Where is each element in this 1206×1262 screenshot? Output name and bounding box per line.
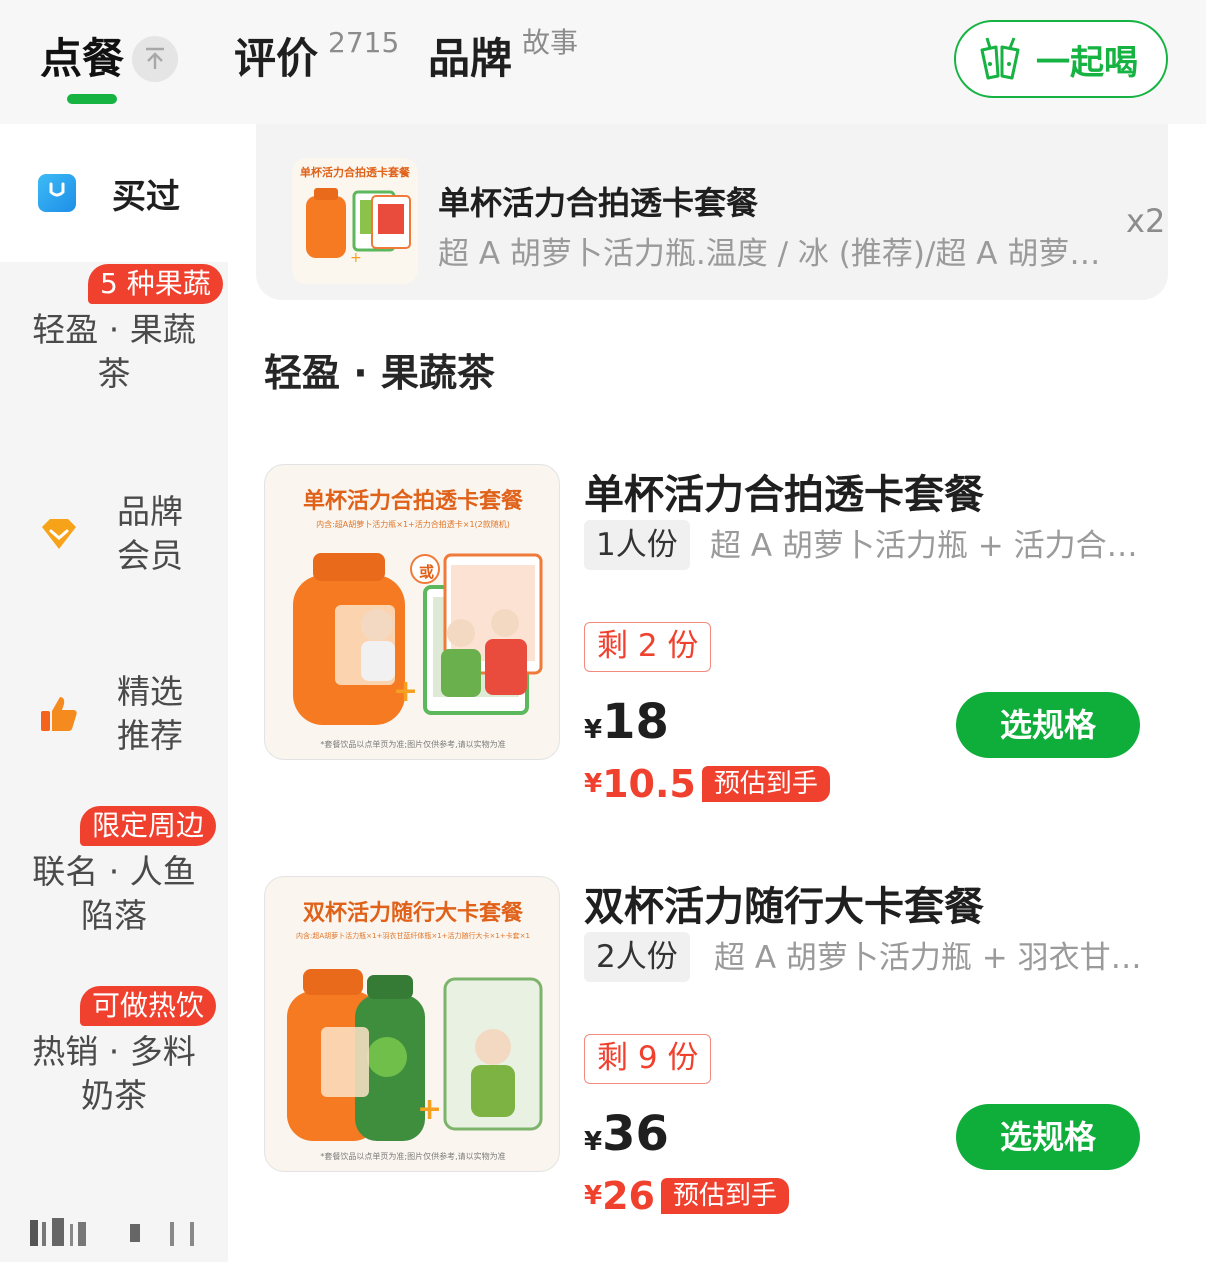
sidebar-item-bought-label: 买过 <box>112 176 180 217</box>
est-currency: ¥ <box>584 769 603 799</box>
est-value: 10.5 <box>602 762 696 806</box>
price-value: 36 <box>602 1106 669 1162</box>
cropped-text-fragment <box>30 1218 194 1246</box>
pin-icon[interactable] <box>132 36 179 82</box>
thumb-title: 单杯活力合拍透卡套餐 <box>300 166 410 179</box>
sidebar-badge: 5 种果蔬 <box>88 264 223 304</box>
est-value: 26 <box>602 1174 655 1218</box>
product-image-title: 单杯活力合拍透卡套餐 <box>302 488 523 514</box>
product-price: ¥18 <box>584 694 669 750</box>
tab-review[interactable]: 评价 2715 <box>234 26 400 88</box>
recent-purchase-thumbnail: 单杯活力合拍透卡套餐 + <box>292 158 418 284</box>
sidebar-item-brand-member[interactable]: 品牌 会员 <box>0 486 228 582</box>
drink-together-label: 一起喝 <box>1036 42 1138 83</box>
product-serving: 1人份 <box>584 520 690 570</box>
sidebar-item-label-line2: 陷落 <box>81 896 147 935</box>
stock-left-badge: 剩 9 份 <box>584 1034 712 1084</box>
thumbs-up-icon <box>41 697 77 731</box>
sidebar-item-label: 品牌 <box>117 492 183 531</box>
tab-brand-label: 品牌 <box>428 34 513 83</box>
product-image-subtitle: 内含:超A胡萝卜活力瓶×1+活力合拍透卡×1(2款随机) <box>316 520 510 529</box>
price-currency: ¥ <box>584 1127 603 1157</box>
product-card[interactable]: 单杯活力合拍透卡套餐 内含:超A胡萝卜活力瓶×1+活力合拍透卡×1(2款随机) … <box>264 464 1184 824</box>
price-value: 18 <box>602 694 669 750</box>
estimated-price: ¥26 预估到手 <box>584 1174 789 1218</box>
review-count: 2715 <box>328 26 400 59</box>
sidebar-item-label-line2: 会员 <box>117 536 183 575</box>
product-price: ¥36 <box>584 1106 669 1162</box>
sidebar-item-label-line2: 推荐 <box>117 716 183 755</box>
tab-order[interactable]: 点餐 <box>40 30 179 104</box>
tab-review-label: 评价 <box>234 34 319 83</box>
drink-together-button[interactable]: 一起喝 <box>954 20 1168 98</box>
sidebar-item-featured[interactable]: 精选 推荐 <box>0 666 228 762</box>
tab-order-label: 点餐 <box>40 34 125 83</box>
sidebar-item-label-line2: 茶 <box>97 354 131 393</box>
product-name: 单杯活力合拍透卡套餐 <box>584 472 984 518</box>
select-spec-button[interactable]: 选规格 <box>956 692 1140 758</box>
bag-icon <box>38 174 76 212</box>
top-tab-bar: 点餐 评价 2715 品牌 故事 一起喝 <box>0 0 1206 124</box>
product-image-note: *套餐饮品以点单页为准;图片仅供参考,请以实物为准 <box>320 740 506 749</box>
sidebar-item-partial-blur <box>30 1218 200 1248</box>
sidebar-item-label-line2: 奶茶 <box>81 1076 147 1115</box>
sidebar-item-hot-milk-tea[interactable]: 可做热饮 热销 · 多料 奶茶 <box>0 984 228 1124</box>
product-desc: 超 A 胡萝卜活力瓶 + 活力合拍透卡 <box>710 528 1140 564</box>
svg-text:+: + <box>350 250 362 266</box>
sidebar-badge: 可做热饮 <box>80 986 217 1026</box>
recent-purchase-qty: x2 <box>1126 202 1166 240</box>
stock-left-badge: 剩 2 份 <box>584 622 712 672</box>
sidebar-item-label: 联名 · 人鱼 <box>32 852 196 891</box>
bag-glyph <box>49 182 65 197</box>
est-currency: ¥ <box>584 1181 603 1211</box>
cups-icon <box>980 37 1020 80</box>
product-desc: 超 A 胡萝卜活力瓶 + 羽衣甘蓝纤体瓶 <box>714 940 1144 976</box>
menu-main: 单杯活力合拍透卡套餐 + 单杯活力合拍透卡套餐 超 A 胡萝卜活力瓶.温度 / … <box>228 124 1206 1262</box>
tab-brand-story[interactable]: 品牌 故事 <box>428 26 579 88</box>
recent-purchase-card[interactable]: 单杯活力合拍透卡套餐 + 单杯活力合拍透卡套餐 超 A 胡萝卜活力瓶.温度 / … <box>256 124 1168 300</box>
sidebar-item-partial[interactable] <box>0 1214 228 1262</box>
sidebar-item-label: 热销 · 多料 <box>32 1032 196 1071</box>
section-title: 轻盈 · 果蔬茶 <box>264 351 495 395</box>
svg-text:+: + <box>393 674 418 709</box>
sidebar-item-bought[interactable]: 买过 <box>0 124 228 262</box>
product-image-title: 双杯活力随行大卡套餐 <box>302 900 523 926</box>
svg-text:+: + <box>417 1092 442 1127</box>
price-currency: ¥ <box>584 715 603 745</box>
category-sidebar: 买过 5 种果蔬 轻盈 · 果蔬 茶 品牌 会员 精选 推荐 限定周边 联名 ·… <box>0 124 228 1262</box>
sidebar-badge: 限定周边 <box>80 806 217 846</box>
product-image-or: 或 <box>419 563 435 581</box>
crown-icon <box>42 519 76 549</box>
active-tab-indicator <box>67 94 117 104</box>
recent-purchase-title: 单杯活力合拍透卡套餐 <box>438 184 759 222</box>
est-tag: 预估到手 <box>660 1178 789 1214</box>
sidebar-item-brand-member-text: 品牌 会员 <box>114 490 186 578</box>
product-image-note: *套餐饮品以点单页为准;图片仅供参考,请以实物为准 <box>320 1152 506 1161</box>
product-image[interactable]: 双杯活力随行大卡套餐 内含:超A胡萝卜活力瓶×1+羽衣甘蓝纤体瓶×1+活力随行大… <box>264 876 560 1172</box>
sidebar-item-collab[interactable]: 限定周边 联名 · 人鱼 陷落 <box>0 804 228 944</box>
estimated-price: ¥10.5 预估到手 <box>584 762 830 806</box>
product-image-subtitle: 内含:超A胡萝卜活力瓶×1+羽衣甘蓝纤体瓶×1+活力随行大卡×1+卡套×1 <box>295 932 531 940</box>
product-serving: 2人份 <box>584 932 690 982</box>
sidebar-item-featured-text: 精选 推荐 <box>114 670 186 758</box>
sidebar-item-label: 轻盈 · 果蔬 <box>32 310 196 349</box>
sidebar-item-label: 精选 <box>117 672 183 711</box>
select-spec-button[interactable]: 选规格 <box>956 1104 1140 1170</box>
tab-brand-sup: 故事 <box>522 26 579 59</box>
product-name: 双杯活力随行大卡套餐 <box>584 884 984 930</box>
recent-purchase-desc: 超 A 胡萝卜活力瓶.温度 / 冰 (推荐)/超 A 胡萝卜活力瓶 <box>438 236 1108 272</box>
sidebar-item-light-fruit-tea[interactable]: 5 种果蔬 轻盈 · 果蔬 茶 <box>0 262 228 402</box>
product-card[interactable]: 双杯活力随行大卡套餐 内含:超A胡萝卜活力瓶×1+羽衣甘蓝纤体瓶×1+活力随行大… <box>264 876 1184 1236</box>
est-tag: 预估到手 <box>701 766 830 802</box>
pin-glyph <box>146 47 165 69</box>
product-image[interactable]: 单杯活力合拍透卡套餐 内含:超A胡萝卜活力瓶×1+活力合拍透卡×1(2款随机) … <box>264 464 560 760</box>
